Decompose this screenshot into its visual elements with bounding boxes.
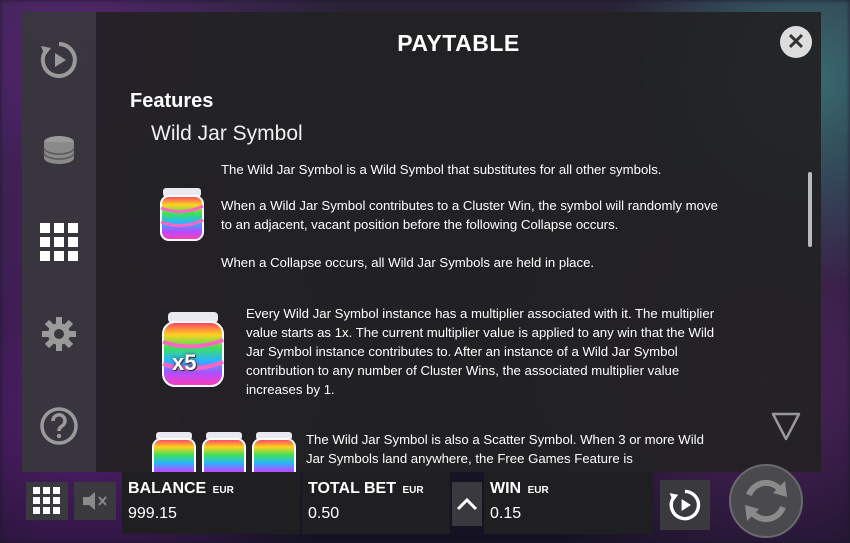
section-title: Features: [130, 90, 214, 112]
jar-multiplier-label: x5: [172, 350, 197, 375]
coins-icon: [43, 136, 75, 164]
close-icon: ✕: [786, 29, 806, 54]
wild-jar-multiplier-symbol: x5: [160, 312, 226, 388]
win-currency: EUR: [527, 485, 549, 496]
sound-toggle-button[interactable]: [74, 482, 116, 520]
win-label: WIN: [490, 480, 522, 497]
chevron-up-icon: [456, 497, 478, 511]
paragraph-wild-multiplier: Every Wild Jar Symbol instance has a mul…: [246, 306, 715, 397]
autoplay-icon: [40, 42, 77, 78]
paragraph-wild-scatter: The Wild Jar Symbol is also a Scatter Sy…: [306, 432, 704, 466]
paytable-grid-icon: [40, 223, 78, 261]
total-bet-currency: EUR: [402, 485, 424, 496]
bottom-bar: BALANCE EUR 999.15 TOTAL BET EUR 0.50 WI…: [22, 464, 820, 540]
subsection-title: Wild Jar Symbol: [151, 122, 303, 145]
sidebar-item-paytable[interactable]: [22, 212, 96, 272]
sidebar-item-bet[interactable]: [22, 120, 96, 180]
scrollbar-thumb[interactable]: [808, 172, 812, 247]
settings-gear-icon: [42, 317, 76, 351]
total-bet-label-wrap: TOTAL BET EUR: [308, 480, 424, 498]
win-value: 0.15: [490, 505, 522, 522]
paragraph-wild-substitute: The Wild Jar Symbol is a Wild Symbol tha…: [221, 162, 662, 177]
bet-up-button[interactable]: [452, 482, 482, 526]
scroll-down-icon[interactable]: [770, 410, 802, 442]
total-bet-display: TOTAL BET EUR 0.50: [302, 472, 450, 534]
total-bet-label: TOTAL BET: [308, 480, 396, 497]
menu-grid-icon: [33, 487, 60, 514]
sidebar-item-help[interactable]: [22, 396, 96, 456]
wild-jar-symbol-icon: [160, 188, 204, 241]
balance-label: BALANCE: [128, 480, 207, 497]
help-icon: [40, 407, 78, 445]
page-title: PAYTABLE: [397, 30, 520, 56]
win-label-wrap: WIN EUR: [490, 480, 549, 498]
sidebar-item-settings[interactable]: [22, 304, 96, 364]
spin-icon: [729, 464, 803, 538]
sidebar-item-autoplay[interactable]: [22, 30, 96, 90]
balance-display: BALANCE EUR 999.15: [122, 472, 300, 534]
paragraph-wild-held: When a Collapse occurs, all Wild Jar Sym…: [221, 255, 595, 270]
menu-button[interactable]: [26, 482, 68, 520]
balance-value: 999.15: [128, 505, 177, 522]
balance-currency: EUR: [212, 485, 234, 496]
balance-label-wrap: BALANCE EUR: [128, 480, 234, 498]
total-bet-value: 0.50: [308, 505, 340, 522]
close-button[interactable]: ✕: [780, 26, 812, 58]
paytable-panel: PAYTABLE ✕ Features Wild Jar Symbol The …: [96, 12, 821, 472]
win-display: WIN EUR 0.15: [484, 472, 654, 534]
wild-jar-scatter-icon: [152, 432, 296, 472]
autoplay-button[interactable]: [660, 480, 710, 530]
sound-muted-icon: [83, 492, 107, 510]
autoplay-icon: [669, 489, 701, 521]
wild-jar-scatter-symbols: [151, 432, 301, 472]
paragraph-wild-move: When a Wild Jar Symbol contributes to a …: [221, 198, 718, 232]
sidebar: [22, 12, 96, 472]
spin-button[interactable]: [726, 462, 806, 540]
